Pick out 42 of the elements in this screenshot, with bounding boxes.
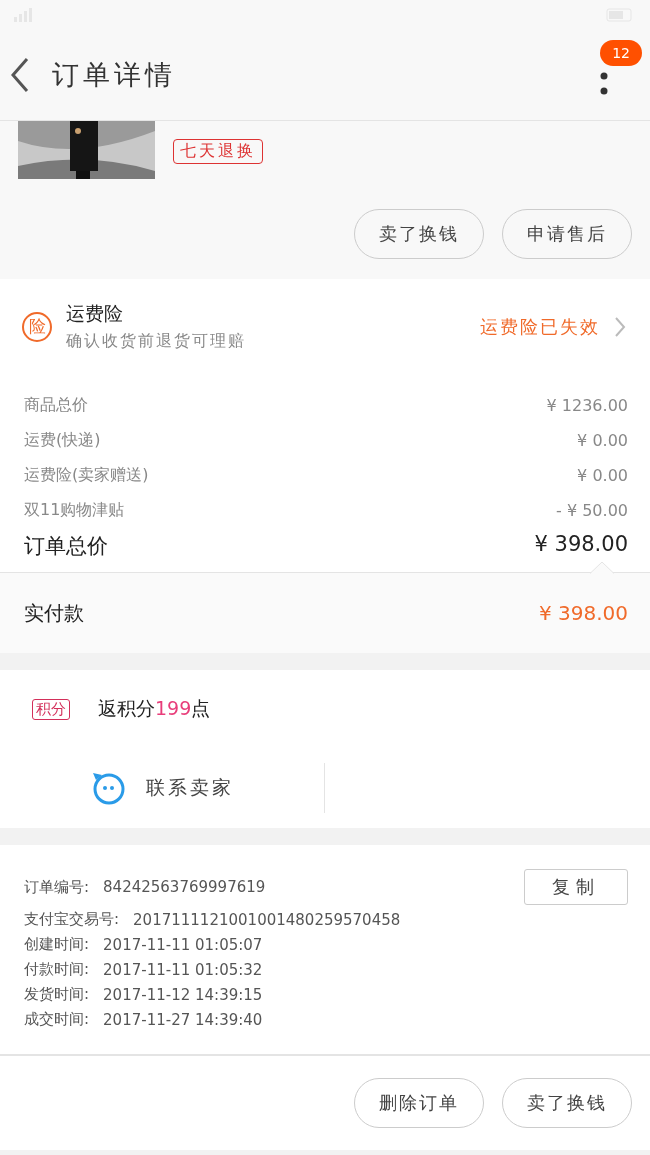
action-button[interactable]: 卖了换钱 <box>502 1078 632 1128</box>
info-label: 创建时间: <box>24 935 90 954</box>
page-title: 订单详情 <box>52 58 176 92</box>
info-value: 84242563769997619 <box>103 878 266 896</box>
paid-label: 实付款 <box>24 599 84 627</box>
insurance-title: 运费险 <box>66 301 124 326</box>
price-value: ¥ 1236.00 <box>546 396 628 415</box>
info-value: 2017-11-12 14:39:15 <box>103 985 263 1004</box>
price-label: 运费(快递) <box>24 430 101 451</box>
info-label: 付款时间: <box>24 960 90 979</box>
more-icon[interactable] <box>600 72 608 96</box>
points-text: 返积分199点 <box>98 696 211 721</box>
chat-face-icon <box>90 770 126 806</box>
order-total-label: 订单总价 <box>24 533 108 560</box>
info-value: 2017111121001001480259570458 <box>133 910 401 929</box>
notification-badge: 12 <box>600 40 642 66</box>
paid-amount: ¥ 398.00 <box>538 601 628 625</box>
insurance-badge: 险 <box>22 311 52 342</box>
info-value: 2017-11-11 01:05:32 <box>103 960 263 979</box>
price-label: 运费险(卖家赠送) <box>24 465 149 486</box>
insurance-subtitle: 确认收货前退货可理赔 <box>66 331 246 352</box>
info-value: 2017-11-11 01:05:07 <box>103 935 263 954</box>
price-value: - ¥ 50.00 <box>556 501 628 520</box>
back-icon[interactable] <box>10 57 30 93</box>
price-label: 商品总价 <box>24 395 88 416</box>
order-total-value: ¥ 398.00 <box>534 532 628 558</box>
info-label: 支付宝交易号: <box>24 910 120 929</box>
action-button[interactable]: 卖了换钱 <box>354 209 484 259</box>
price-label: 双11购物津贴 <box>24 500 125 521</box>
price-value: ¥ 0.00 <box>577 431 628 450</box>
return-policy-tag: 七天退换 <box>173 139 263 164</box>
action-button[interactable]: 删除订单 <box>354 1078 484 1128</box>
action-button[interactable]: 申请售后 <box>502 209 632 259</box>
chevron-right-icon <box>614 315 626 338</box>
info-value: 2017-11-27 14:39:40 <box>103 1010 263 1029</box>
contact-seller-button[interactable]: 联系卖家 <box>0 763 325 813</box>
info-label: 订单编号: <box>24 877 90 897</box>
info-label: 成交时间: <box>24 1010 90 1029</box>
copy-button[interactable]: 复制 <box>524 869 628 905</box>
info-label: 发货时间: <box>24 985 90 1004</box>
points-tag: 积分 <box>32 698 70 720</box>
price-value: ¥ 0.00 <box>577 466 628 485</box>
